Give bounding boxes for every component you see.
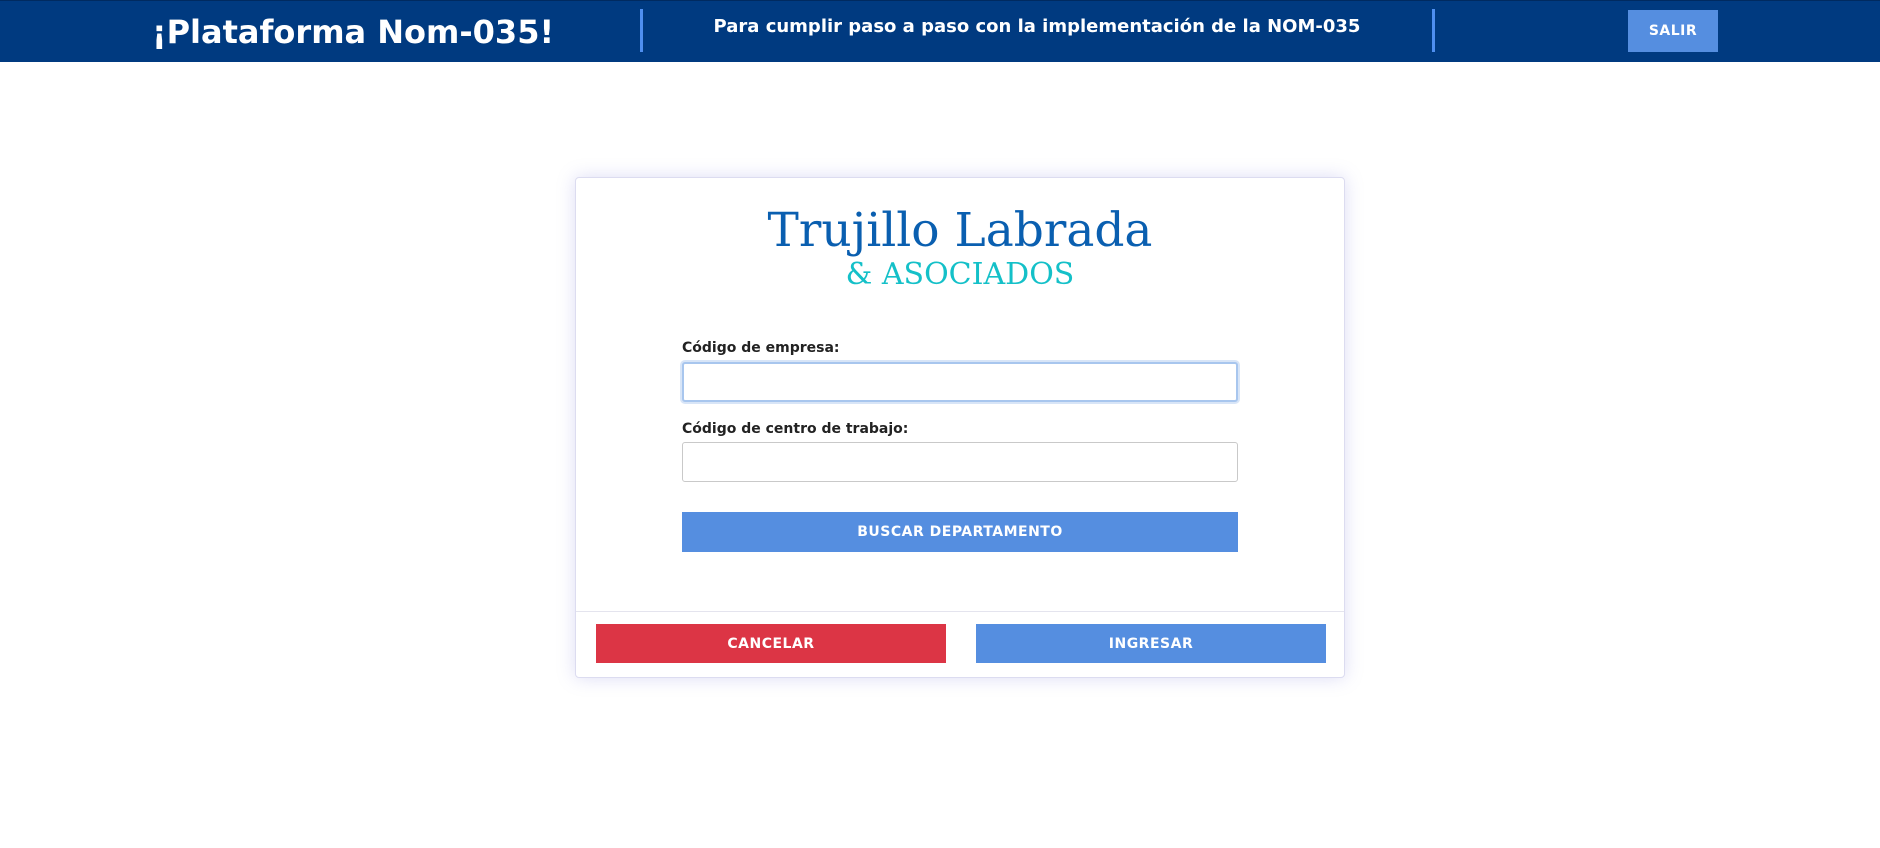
login-card: Trujillo Labrada & ASOCIADOS Código de e…: [575, 177, 1345, 678]
submit-button[interactable]: INGRESAR: [976, 624, 1326, 663]
header-divider-left: [640, 9, 643, 52]
company-code-input[interactable]: [682, 362, 1238, 402]
header-tagline: Para cumplir paso a paso con la implemen…: [713, 16, 1361, 37]
app-brand-title: ¡Plataforma Nom-035!: [152, 13, 555, 51]
company-logo-subtitle: & ASOCIADOS: [845, 257, 1075, 292]
company-code-label: Código de empresa:: [682, 340, 840, 356]
card-footer-divider: [576, 611, 1344, 612]
header-divider-right: [1432, 9, 1435, 52]
search-department-button[interactable]: BUSCAR DEPARTAMENTO: [682, 512, 1238, 552]
workcenter-code-label: Código de centro de trabajo:: [682, 421, 909, 437]
logout-button[interactable]: SALIR: [1628, 10, 1718, 52]
workcenter-code-input[interactable]: [682, 442, 1238, 482]
company-logo-name: Trujillo Labrada: [767, 203, 1153, 258]
company-logo: Trujillo Labrada & ASOCIADOS: [576, 204, 1344, 292]
cancel-button[interactable]: CANCELAR: [596, 624, 946, 663]
top-navbar: ¡Plataforma Nom-035! Para cumplir paso a…: [0, 0, 1880, 62]
